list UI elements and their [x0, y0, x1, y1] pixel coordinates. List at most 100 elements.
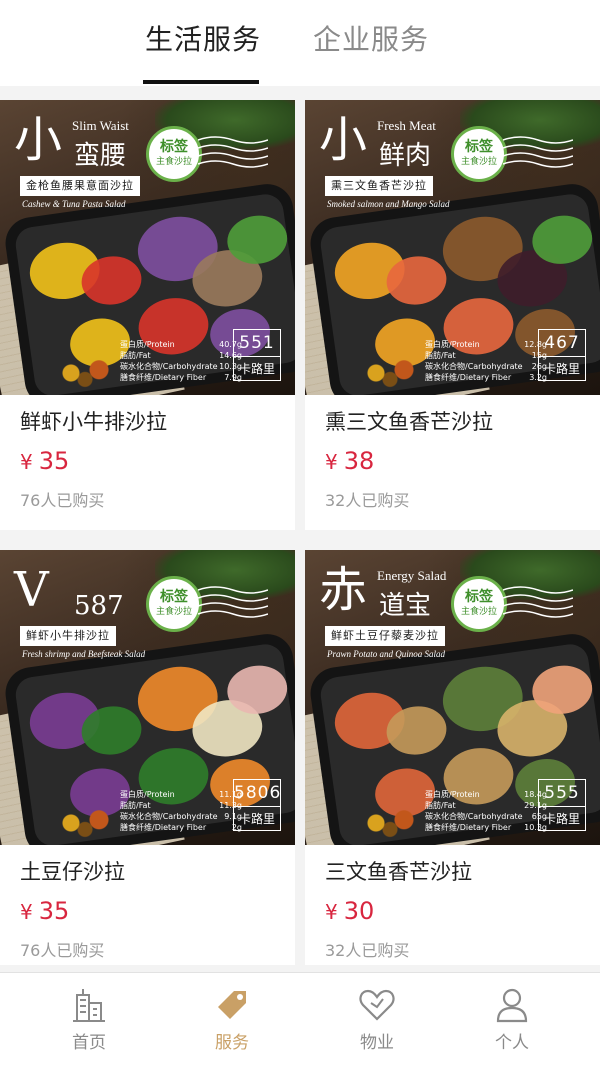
nutrient-name: 蛋白质/Protein [120, 340, 175, 349]
tab-business-services[interactable]: 企业服务 [313, 22, 429, 58]
stamp-title: 标签 [465, 589, 493, 605]
label-stamp: 标签 主食沙拉 [146, 576, 202, 632]
sold-count: 32人已购买 [325, 491, 410, 510]
sold-count: 76人已购买 [20, 491, 105, 510]
dish-caption-cn: 熏三文鱼香芒沙拉 [325, 176, 433, 196]
dish-caption-en: Prawn Potato and Quinoa Salad [327, 649, 446, 659]
brand-english: Energy Salad [377, 568, 447, 583]
postmark-lines-icon [198, 136, 268, 168]
product-card[interactable]: 小 Slim Waist 蛮腰 标签 主食沙拉 金枪鱼腰果意面沙拉 Cashew… [0, 100, 295, 530]
stamp-title: 标签 [160, 139, 188, 155]
dish-caption-en: Fresh shrimp and Beefsteak Salad [22, 649, 146, 659]
calorie-badge: 467 卡路里 [538, 329, 586, 381]
calorie-value: 555 [539, 780, 585, 807]
brand-mark-large: V [14, 562, 49, 618]
price-value: 35 [38, 897, 70, 925]
brand-mark-large: 赤 [319, 562, 368, 618]
nutrition-row: 膳食纤维/Dietary Fiber 2g [120, 822, 242, 833]
nutrition-row: 碳水化合物/Carbohydrate 9.1g [120, 811, 242, 822]
calorie-unit: 卡路里 [238, 362, 275, 376]
dish-caption-cn: 鲜虾小牛排沙拉 [20, 626, 116, 646]
active-tab-indicator [143, 80, 259, 84]
dish-caption-en: Cashew & Tuna Pasta Salad [22, 199, 126, 209]
product-price: ¥38 [325, 445, 590, 478]
nutrition-facts: 蛋白质/Protein 40.7g 脂肪/Fat 14.6g 碳水化合物/Car… [120, 339, 242, 383]
flower-garnish [50, 357, 120, 389]
product-photo[interactable]: 赤 Energy Salad 道宝 标签 主食沙拉 鲜虾土豆仔藜麦沙拉 Praw… [305, 550, 600, 845]
calorie-badge: 555 卡路里 [538, 779, 586, 831]
brand-mark-large: 小 [14, 112, 63, 168]
product-price: ¥35 [20, 895, 285, 928]
nav-label: 服务 [215, 1033, 249, 1053]
product-photo[interactable]: 小 Slim Waist 蛮腰 标签 主食沙拉 金枪鱼腰果意面沙拉 Cashew… [0, 100, 295, 395]
nutrient-name: 蛋白质/Protein [120, 790, 175, 799]
bottom-navigation: 首页 服务 物业 个人 [0, 972, 600, 1065]
product-price: ¥35 [20, 445, 285, 478]
nav-label: 首页 [72, 1033, 106, 1053]
nutrient-name: 碳水化合物/Carbohydrate [425, 362, 523, 371]
nav-label: 物业 [360, 1033, 394, 1053]
dish-caption-cn: 鲜虾土豆仔藜麦沙拉 [325, 626, 445, 646]
tag-icon [218, 991, 246, 1019]
nutrition-row: 碳水化合物/Carbohydrate 10.3g [120, 361, 242, 372]
product-card[interactable]: V 587 标签 主食沙拉 鲜虾小牛排沙拉 Fresh shrimp and B… [0, 550, 295, 965]
tab-life-services[interactable]: 生活服务 [145, 22, 261, 58]
currency-symbol: ¥ [325, 900, 338, 924]
stamp-subtitle: 主食沙拉 [460, 607, 497, 617]
nutrient-name: 脂肪/Fat [425, 801, 456, 810]
nutrient-name: 碳水化合物/Carbohydrate [120, 362, 218, 371]
label-stamp: 标签 主食沙拉 [146, 126, 202, 182]
flower-garnish [355, 357, 425, 389]
nutrient-name: 膳食纤维/Dietary Fiber [425, 373, 512, 382]
product-info: 三文鱼香芒沙拉 ¥30 32人已购买 [325, 857, 590, 962]
sold-count: 76人已购买 [20, 941, 105, 960]
nutrient-name: 脂肪/Fat [120, 351, 151, 360]
product-title[interactable]: 熏三文鱼香芒沙拉 [325, 407, 590, 437]
nutrient-name: 膳食纤维/Dietary Fiber [120, 823, 207, 832]
dish-caption-en: Smoked salmon and Mango Salad [327, 199, 450, 209]
calorie-value: 5806 [234, 780, 280, 807]
nutrition-row: 碳水化合物/Carbohydrate 65g [425, 811, 547, 822]
stamp-subtitle: 主食沙拉 [155, 157, 192, 167]
brand-english: Fresh Meat [377, 118, 436, 133]
stamp-title: 标签 [160, 589, 188, 605]
nav-property[interactable]: 物业 [317, 973, 437, 1065]
nutrient-name: 蛋白质/Protein [425, 340, 480, 349]
nutrition-facts: 蛋白质/Protein 18.4g 脂肪/Fat 29.1g 碳水化合物/Car… [425, 789, 547, 833]
product-photo[interactable]: 小 Fresh Meat 鲜肉 标签 主食沙拉 熏三文鱼香芒沙拉 Smoked … [305, 100, 600, 395]
postmark-lines-icon [198, 586, 268, 618]
currency-symbol: ¥ [325, 450, 338, 474]
product-title[interactable]: 土豆仔沙拉 [20, 857, 285, 887]
brand-mark-large: 小 [319, 112, 368, 168]
product-title[interactable]: 鲜虾小牛排沙拉 [20, 407, 285, 437]
nutrient-name: 蛋白质/Protein [425, 790, 480, 799]
price-value: 38 [343, 447, 375, 475]
heart-icon [359, 989, 395, 1021]
nutrition-facts: 蛋白质/Protein 12.8g 脂肪/Fat 15g 碳水化合物/Carbo… [425, 339, 547, 383]
nav-home[interactable]: 首页 [29, 973, 149, 1065]
product-card[interactable]: 小 Fresh Meat 鲜肉 标签 主食沙拉 熏三文鱼香芒沙拉 Smoked … [305, 100, 600, 530]
calorie-value: 467 [539, 330, 585, 357]
product-photo[interactable]: V 587 标签 主食沙拉 鲜虾小牛排沙拉 Fresh shrimp and B… [0, 550, 295, 845]
postmark-lines-icon [503, 586, 573, 618]
nutrition-row: 脂肪/Fat 29.1g [425, 800, 547, 811]
nutrition-row: 碳水化合物/Carbohydrate 26g [425, 361, 547, 372]
product-card[interactable]: 赤 Energy Salad 道宝 标签 主食沙拉 鲜虾土豆仔藜麦沙拉 Praw… [305, 550, 600, 965]
product-info: 土豆仔沙拉 ¥35 76人已购买 [20, 857, 285, 962]
product-title[interactable]: 三文鱼香芒沙拉 [325, 857, 590, 887]
nutrient-name: 脂肪/Fat [425, 351, 456, 360]
currency-symbol: ¥ [20, 900, 33, 924]
nutrition-row: 脂肪/Fat 15g [425, 350, 547, 361]
product-price: ¥30 [325, 895, 590, 928]
price-value: 35 [38, 447, 70, 475]
person-icon [496, 988, 528, 1023]
nav-profile[interactable]: 个人 [452, 973, 572, 1065]
nav-services[interactable]: 服务 [172, 973, 292, 1065]
nutrient-name: 膳食纤维/Dietary Fiber [120, 373, 207, 382]
label-stamp: 标签 主食沙拉 [451, 576, 507, 632]
nutrition-row: 脂肪/Fat 11.3g [120, 800, 242, 811]
nav-label: 个人 [495, 1033, 529, 1053]
brand-mark: 道宝 [379, 591, 432, 621]
nutrition-row: 膳食纤维/Dietary Fiber 10.3g [425, 822, 547, 833]
nutrition-row: 脂肪/Fat 14.6g [120, 350, 242, 361]
